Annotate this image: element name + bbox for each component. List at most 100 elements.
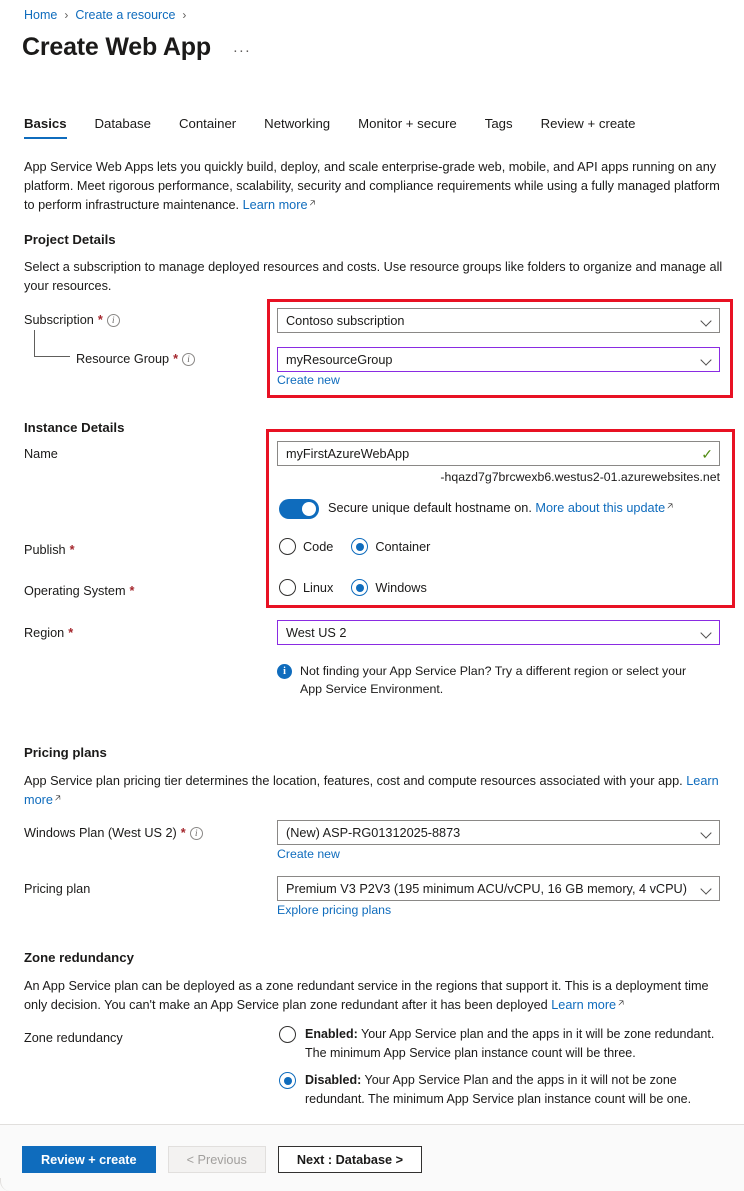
more-about-update-link[interactable]: More about this update [535,501,665,515]
radio-container[interactable] [351,538,369,555]
tab-basics[interactable]: Basics [24,116,81,139]
os-option-linux[interactable]: Linux [279,579,333,596]
zone-redundancy-disabled-text: Disabled: Your App Service Plan and the … [305,1071,719,1108]
review-create-button[interactable]: Review + create [22,1146,156,1173]
zone-redundancy-option-enabled[interactable]: Enabled: Your App Service plan and the a… [279,1025,719,1062]
resource-group-info-icon[interactable]: i [182,352,196,366]
breadcrumb-separator-2: › [182,8,187,22]
publish-label: Publish * [24,543,75,557]
intro-text: App Service Web Apps lets you quickly bu… [24,160,720,212]
secure-hostname-toggle[interactable] [279,499,319,519]
os-option-windows-label: Windows [375,580,427,595]
zone-redundancy-heading: Zone redundancy [24,950,134,965]
pricing-plan-dropdown[interactable]: Premium V3 P2V3 (195 minimum ACU/vCPU, 1… [277,876,720,901]
project-details-heading: Project Details [24,232,116,247]
subscription-info-icon[interactable]: i [106,313,120,327]
zone-redundancy-enabled-text: Enabled: Your App Service plan and the a… [305,1025,719,1062]
publish-option-code[interactable]: Code [279,538,333,555]
pricing-plan-value: Premium V3 P2V3 (195 minimum ACU/vCPU, 1… [286,881,687,896]
chevron-down-icon [701,827,713,839]
tab-bar: Basics Database Container Networking Mon… [24,116,650,139]
project-details-description: Select a subscription to manage deployed… [24,260,723,293]
toggle-knob [302,502,316,516]
checkmark-valid-icon: ✓ [701,445,713,462]
os-option-windows[interactable]: Windows [351,579,427,596]
resource-group-create-new-link[interactable]: Create new [277,373,340,387]
zone-redundancy-option-disabled[interactable]: Disabled: Your App Service Plan and the … [279,1071,719,1108]
create-web-app-page: Home › Create a resource › Create Web Ap… [0,0,744,1191]
tab-tags[interactable]: Tags [471,116,527,139]
region-dropdown[interactable]: West US 2 [277,620,720,645]
publish-option-container-label: Container [375,539,431,554]
zone-redundancy-disabled-desc: Your App Service Plan and the apps in it… [305,1073,692,1106]
explore-pricing-plans-link[interactable]: Explore pricing plans [277,903,391,917]
external-link-icon: 🡥 [618,998,624,1008]
windows-plan-value: (New) ASP-RG01312025-8873 [286,825,461,840]
chevron-down-icon [701,354,713,366]
operating-system-label-text: Operating System [24,584,126,598]
publish-option-container[interactable]: Container [351,538,430,555]
radio-linux[interactable] [279,579,296,596]
tab-networking[interactable]: Networking [250,116,344,139]
intro-learn-more-link[interactable]: Learn more [243,198,308,212]
secure-hostname-toggle-row: Secure unique default hostname on. More … [279,499,673,519]
tab-container[interactable]: Container [165,116,250,139]
resource-group-label-text: Resource Group [76,352,170,366]
os-option-linux-label: Linux [303,580,334,595]
windows-plan-info-icon[interactable]: i [189,826,203,840]
pricing-plan-label: Pricing plan [24,882,90,896]
page-title: Create Web App [22,33,211,61]
name-label-text: Name [24,447,58,461]
chevron-down-icon [701,627,713,639]
breadcrumb-separator-1: › [64,8,69,22]
name-label: Name [24,447,58,461]
resource-group-label: Resource Group * i [76,352,196,366]
resource-group-tree-connector [34,330,70,357]
windows-plan-create-new-link[interactable]: Create new [277,847,340,861]
publish-radio-group: Code Container [279,538,430,555]
zone-redundancy-disabled-title: Disabled: [305,1073,362,1087]
breadcrumb: Home › Create a resource › [24,8,186,22]
external-link-icon: 🡥 [667,500,674,511]
operating-system-required-marker: * [129,584,135,598]
radio-code[interactable] [279,538,296,555]
publish-required-marker: * [69,543,75,557]
publish-label-text: Publish [24,543,66,557]
zone-redundancy-field-label: Zone redundancy [24,1031,123,1045]
app-hostname-suffix: -hqazd7g7brcwexb6.westus2-01.azurewebsit… [440,470,720,484]
windows-plan-label-text: Windows Plan (West US 2) [24,826,177,840]
app-name-value: myFirstAzureWebApp [286,446,410,461]
operating-system-radio-group: Linux Windows [279,579,427,596]
region-value: West US 2 [286,625,347,640]
region-required-marker: * [68,626,74,640]
zone-redundancy-description: An App Service plan can be deployed as a… [24,977,724,1016]
title-row: Create Web App ··· [22,33,255,62]
subscription-required-marker: * [97,313,103,327]
footer-actions: Review + create < Previous Next : Databa… [22,1146,423,1173]
radio-windows[interactable] [351,579,369,596]
radio-disabled[interactable] [279,1072,296,1089]
tab-monitor-secure[interactable]: Monitor + secure [344,116,471,139]
more-options-icon[interactable]: ··· [229,41,255,60]
tab-database[interactable]: Database [81,116,165,139]
app-name-input[interactable]: myFirstAzureWebApp ✓ [277,441,720,466]
subscription-label: Subscription * i [24,313,120,327]
radio-enabled[interactable] [279,1026,296,1043]
subscription-dropdown[interactable]: Contoso subscription [277,308,720,333]
pricing-plans-description-text: App Service plan pricing tier determines… [24,774,683,788]
breadcrumb-create-a-resource[interactable]: Create a resource [75,8,175,22]
external-link-icon: 🡥 [54,793,61,803]
breadcrumb-home[interactable]: Home [24,8,57,22]
subscription-value: Contoso subscription [286,313,405,328]
windows-plan-label: Windows Plan (West US 2) * i [24,826,203,840]
windows-plan-dropdown[interactable]: (New) ASP-RG01312025-8873 [277,820,720,845]
next-database-button[interactable]: Next : Database > [277,1146,423,1173]
zone-redundancy-learn-more-link[interactable]: Learn more [551,998,616,1012]
secure-hostname-text: Secure unique default hostname on. More … [328,501,673,518]
external-link-icon: 🡥 [309,198,316,208]
resource-group-dropdown[interactable]: myResourceGroup [277,347,720,372]
pricing-plans-description: App Service plan pricing tier determines… [24,772,724,811]
zone-redundancy-enabled-desc: Your App Service plan and the apps in it… [305,1027,715,1060]
tab-review-create[interactable]: Review + create [527,116,650,139]
region-label: Region * [24,626,73,640]
